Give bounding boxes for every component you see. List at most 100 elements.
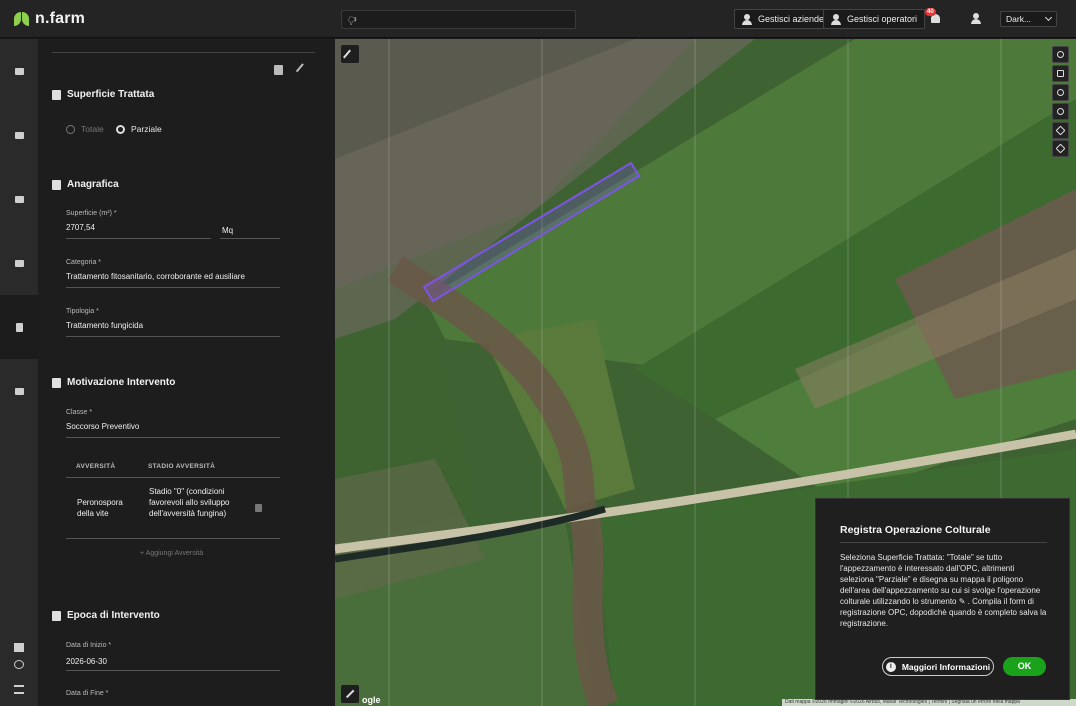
table-cell-stage: Stadio "0" (condizioni favorevoli allo s… (149, 487, 230, 518)
category-select[interactable]: Trattamento fitosanitario, corroborante … (66, 272, 245, 281)
grid-icon (1057, 70, 1064, 77)
theme-select-value: Dark... (1006, 14, 1032, 24)
section-anagrafica-title: Anagrafica (52, 179, 119, 190)
class-label: Classe * (66, 409, 93, 416)
dialog-body: Seleziona Superficie Trattata: "Totale" … (840, 553, 1047, 628)
collapse-arrows-icon (345, 689, 355, 698)
notifications-bell-icon[interactable]: 40 (925, 8, 942, 26)
info-icon: i (885, 661, 896, 672)
search-input[interactable]: 🖓 (341, 10, 576, 29)
register-operation-dialog: Registra Operazione Colturale Seleziona … (815, 498, 1070, 700)
user-icon[interactable] (970, 13, 981, 24)
class-underline (66, 437, 280, 438)
calendar-icon (52, 610, 61, 621)
table-header-line (66, 477, 280, 478)
zoom-out-button[interactable] (1052, 103, 1069, 120)
draw-polygon-button[interactable] (341, 45, 359, 63)
pencil-icon[interactable] (295, 63, 310, 77)
pencil-icon (343, 49, 351, 59)
area-underline (66, 238, 211, 239)
end-date-label: Data di Fine * (66, 690, 109, 697)
section-anagrafica-label: Anagrafica (67, 179, 119, 190)
row-trash-icon[interactable] (255, 504, 262, 512)
left-rail (0, 39, 38, 706)
layers-stack-button[interactable] (1052, 140, 1069, 157)
section-surface-label: Superficie Trattata (67, 89, 155, 100)
unit-input[interactable]: Mq (222, 226, 233, 235)
section-motivation-label: Motivazione Intervento (67, 377, 176, 388)
logo[interactable]: n.farm (14, 10, 85, 28)
zoom-in-icon (1057, 89, 1064, 96)
theme-select[interactable]: Dark... (1000, 11, 1057, 27)
section-surface-title: Superficie Trattata (52, 89, 154, 100)
rail-item-fields[interactable] (0, 103, 38, 167)
operators-icon (831, 13, 842, 25)
rail-item-print[interactable] (0, 359, 38, 423)
manage-companies-label: Gestisci aziende (758, 14, 825, 24)
form-panel: Superficie Trattata Totale Parziale Anag… (38, 39, 335, 706)
add-adversity-link[interactable]: + Aggiungi Avversità (140, 550, 203, 557)
category-underline (66, 287, 280, 288)
dialog-divider (840, 542, 1047, 543)
section-epoch-title: Epoca di Intervento (52, 610, 160, 621)
radio-total-label: Totale (81, 124, 104, 134)
folder-icon (14, 67, 24, 75)
trash-icon[interactable] (274, 65, 283, 75)
company-icon (742, 13, 753, 25)
rail-item-folder[interactable] (0, 39, 38, 103)
search-icon (1057, 51, 1064, 58)
collapse-map-button[interactable] (341, 685, 359, 703)
manage-companies-button[interactable]: Gestisci aziende (734, 9, 833, 29)
rail-item-machinery[interactable] (0, 231, 38, 295)
top-bar: n.farm 🖓 Gestisci aziende Gestisci opera… (0, 0, 1076, 38)
status-circle-icon[interactable] (14, 660, 24, 669)
radio-partial-label: Parziale (131, 124, 162, 134)
machinery-icon (14, 259, 24, 267)
radio-total[interactable]: Totale (66, 124, 104, 134)
type-select[interactable]: Trattamento fungicida (66, 321, 143, 330)
dialog-title: Registra Operazione Colturale (840, 524, 991, 536)
radio-partial[interactable]: Parziale (116, 124, 162, 134)
col-adversity: AVVERSITÀ (76, 463, 116, 470)
map-attribution[interactable]: Dati mappa ©2026 Immagini ©2026 Airbus, … (782, 699, 1076, 706)
document-icon (52, 179, 61, 190)
table-cell-adversity: Peronospora della vite (77, 498, 123, 518)
unit-underline (220, 238, 280, 239)
area-label: Superficie (m²) * (66, 210, 117, 217)
manage-operators-label: Gestisci operatori (847, 14, 918, 24)
zoom-out-icon (1057, 108, 1064, 115)
divider (52, 52, 315, 53)
map-fit-button[interactable] (1052, 65, 1069, 82)
list-icon[interactable] (14, 685, 24, 694)
leaf-logo-icon (14, 11, 30, 27)
section-motivation-title: Motivazione Intervento (52, 377, 175, 388)
category-label: Categoria * (66, 259, 102, 266)
map-icon[interactable] (14, 643, 24, 652)
more-info-label: Maggiori Informazioni (901, 661, 991, 672)
motivation-icon (52, 377, 61, 388)
more-info-button[interactable]: i Maggiori Informazioni (882, 657, 994, 676)
type-label: Tipologia * (66, 308, 99, 315)
layers-button[interactable] (1052, 122, 1069, 139)
google-logo: ogle (362, 695, 381, 705)
ok-button[interactable]: OK (1003, 657, 1046, 676)
radio-partial-dot (116, 124, 125, 134)
map-search-button[interactable] (1052, 46, 1069, 63)
notification-badge: 40 (925, 8, 936, 16)
start-date-underline (66, 670, 280, 671)
class-select[interactable]: Soccorso Preventivo (66, 422, 139, 431)
layers-icon (1055, 125, 1066, 136)
zoom-in-button[interactable] (1052, 84, 1069, 101)
chevron-down-icon (1044, 13, 1053, 22)
radio-total-dot (66, 124, 75, 134)
print-icon (14, 387, 24, 395)
rail-item-crops[interactable] (0, 167, 38, 231)
area-input[interactable]: 2707,54 (66, 223, 95, 232)
col-stage: STADIO AVVERSITÀ (148, 463, 216, 470)
rail-item-register[interactable] (0, 295, 38, 359)
type-underline (66, 336, 280, 337)
manage-operators-button[interactable]: Gestisci operatori (823, 9, 926, 29)
document-icon (15, 322, 23, 332)
start-date-input[interactable]: 2026-06-30 (66, 657, 107, 666)
layers-stack-icon (1055, 143, 1066, 154)
